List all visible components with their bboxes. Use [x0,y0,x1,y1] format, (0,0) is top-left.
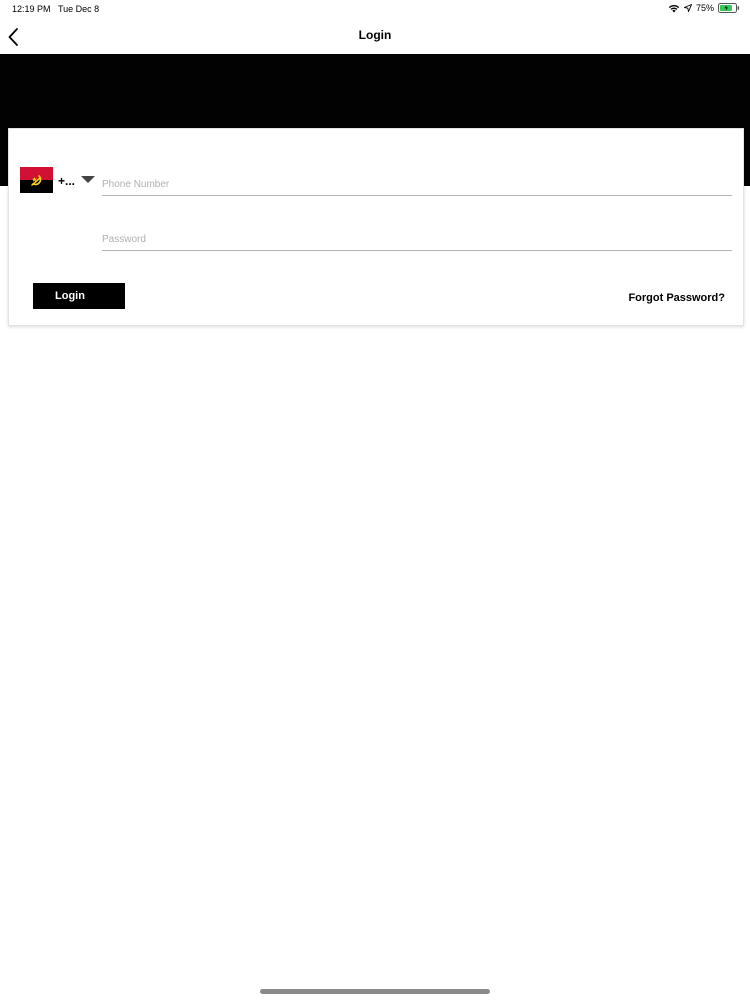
page-title: Login [358,28,392,42]
password-input[interactable] [102,228,732,251]
caret-down-icon [81,176,95,183]
status-bar: 12:19 PM Tue Dec 8 75% [0,0,750,18]
phone-number-input[interactable] [102,173,732,196]
location-icon [683,4,692,12]
login-card: +... Login Forgot Password? [8,128,744,326]
navigation-bar: Login [0,18,750,54]
forgot-password-link[interactable]: Forgot Password? [628,292,725,304]
home-indicator[interactable] [260,989,490,994]
wifi-icon [668,4,680,13]
country-code: +... [58,174,76,188]
login-button[interactable]: Login [33,283,125,309]
country-code-picker[interactable]: +... [20,167,100,195]
status-date: Tue Dec 8 [58,4,100,14]
angola-flag-icon [20,167,53,193]
status-time: 12:19 PM [12,4,51,14]
battery-icon [718,3,740,13]
battery-percent: 75% [695,3,714,13]
status-indicators: 75% [668,3,740,13]
